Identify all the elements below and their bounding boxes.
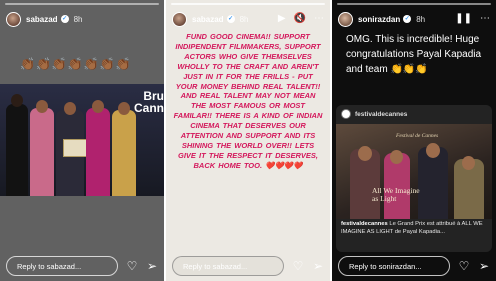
- story-footer: Reply to sonirazdan... ♡ ➢: [338, 255, 490, 277]
- story-text: OMG. This is incredible! Huge congratula…: [346, 34, 482, 75]
- story-text: FUND GOOD CINEMA!! SUPPORT INDIPENDENT F…: [173, 32, 323, 170]
- shared-post-account[interactable]: festivaldecannes: [341, 109, 407, 119]
- festival-logo: Festival de Cannes: [396, 133, 439, 139]
- film-title-overlay: All We Imagine as Light: [372, 186, 420, 203]
- verified-badge-icon: ✓: [403, 15, 412, 23]
- shared-post-caption: festivaldecannes Le Grand Prix est attri…: [341, 221, 487, 236]
- story-panel-3[interactable]: sonirazdan ✓ 8h ❚❚ ⋯ OMG. This is incred…: [332, 0, 496, 281]
- shared-post-image: Festival de Cannes All We Imagine as Lig…: [336, 124, 492, 219]
- story-header: sabazad ✓ 8h: [6, 10, 158, 28]
- backdrop-text: Bru Canne: [134, 90, 164, 114]
- avatar[interactable]: [6, 11, 21, 27]
- verified-badge-icon: ✓: [226, 15, 235, 23]
- story-time: 8h: [416, 14, 426, 24]
- shared-post-card[interactable]: festivaldecannes Festival de Cannes All …: [336, 105, 492, 252]
- story-username[interactable]: sabazad: [26, 15, 58, 24]
- play-icon[interactable]: ▶: [278, 14, 286, 24]
- story-panel-1[interactable]: sabazad ✓ 8h 👏🏾👏🏾👏🏾👏🏾👏🏾👏🏾👏🏾 Bru Canne Re…: [0, 0, 164, 281]
- more-icon[interactable]: ⋯: [314, 14, 324, 24]
- pause-icon[interactable]: ❚❚: [455, 14, 472, 24]
- story-photo: Bru Canne: [0, 84, 164, 196]
- emoji-row: 👏🏾👏🏾👏🏾👏🏾👏🏾👏🏾👏🏾: [20, 57, 132, 71]
- send-icon[interactable]: ➢: [312, 259, 324, 273]
- story-footer: Reply to sabazad... ♡ ➢: [172, 255, 324, 277]
- send-icon[interactable]: ➢: [146, 259, 158, 273]
- heart-icon[interactable]: ♡: [458, 259, 470, 273]
- story-progress-bar: [337, 3, 491, 5]
- caption-account: festivaldecannes: [341, 221, 388, 227]
- story-username[interactable]: sonirazdan: [358, 15, 400, 24]
- story-progress-bar: [171, 3, 325, 5]
- avatar[interactable]: [338, 11, 353, 27]
- heart-icon[interactable]: ♡: [292, 259, 304, 273]
- mute-icon[interactable]: 🔇: [294, 14, 306, 24]
- story-panels: sabazad ✓ 8h 👏🏾👏🏾👏🏾👏🏾👏🏾👏🏾👏🏾 Bru Canne Re…: [0, 0, 496, 281]
- story-header: sabazad ✓ 8h ▶ 🔇 ⋯: [172, 10, 324, 28]
- more-icon[interactable]: ⋯: [480, 14, 490, 24]
- story-footer: Reply to sabazad... ♡ ➢: [6, 255, 158, 277]
- story-time: 8h: [239, 14, 249, 24]
- story-header: sonirazdan ✓ 8h ❚❚ ⋯: [338, 10, 490, 28]
- send-icon[interactable]: ➢: [478, 259, 490, 273]
- story-panel-2[interactable]: sabazad ✓ 8h ▶ 🔇 ⋯ FUND GOOD CINEMA!! SU…: [166, 0, 330, 281]
- avatar[interactable]: [172, 11, 187, 27]
- shared-post-account-name: festivaldecannes: [355, 110, 408, 118]
- heart-icon[interactable]: ♡: [126, 259, 138, 273]
- verified-badge-icon: ✓: [60, 15, 69, 23]
- story-progress-bar: [5, 3, 159, 5]
- reply-input[interactable]: Reply to sonirazdan...: [338, 256, 450, 276]
- story-username[interactable]: sabazad: [192, 15, 224, 24]
- story-time: 8h: [73, 14, 83, 24]
- reply-input[interactable]: Reply to sabazad...: [172, 256, 284, 276]
- avatar: [341, 109, 351, 119]
- reply-input[interactable]: Reply to sabazad...: [6, 256, 118, 276]
- award-plaque: [63, 139, 87, 157]
